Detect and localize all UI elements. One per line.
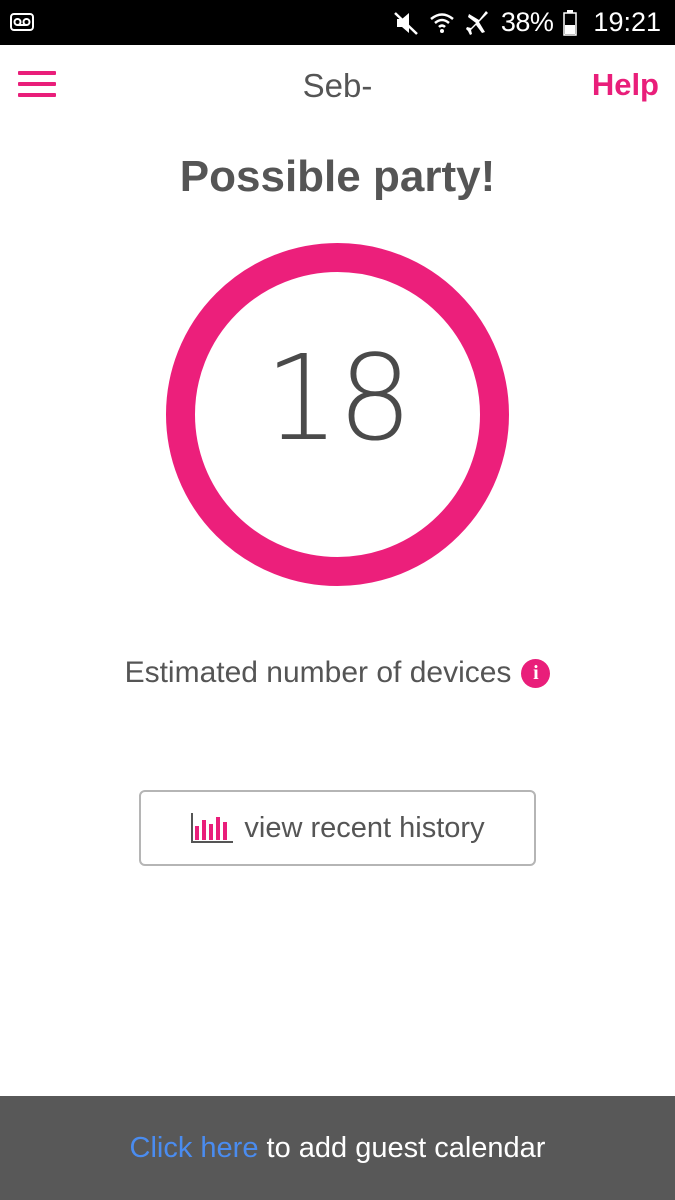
estimate-label: Estimated number of devices xyxy=(124,656,512,689)
app-title: Seb- xyxy=(302,67,373,104)
estimate-row: Estimated number of devices i xyxy=(0,656,675,690)
status-headline: Possible party! xyxy=(179,152,496,201)
view-recent-history-button[interactable]: view recent history xyxy=(139,790,536,866)
device-count-gauge: 18 xyxy=(166,243,509,586)
voicemail-icon xyxy=(10,13,34,31)
footer-rest-text: to add guest calendar xyxy=(266,1131,546,1164)
view-recent-history-label: view recent history xyxy=(244,811,485,844)
footer-bar: Click here to add guest calendar xyxy=(0,1096,675,1200)
add-guest-calendar-link[interactable]: Click here xyxy=(130,1132,259,1164)
app-bar: Seb- Help xyxy=(0,45,675,127)
wifi-icon xyxy=(430,12,454,33)
status-bar: 38% 19:21 xyxy=(0,0,675,45)
battery-percent: 38% xyxy=(500,7,554,37)
bar-chart-icon xyxy=(191,813,234,843)
device-count-value: 18 xyxy=(264,329,412,467)
help-link[interactable]: Help xyxy=(592,67,659,103)
info-icon[interactable]: i xyxy=(521,658,551,688)
mute-icon xyxy=(394,11,418,35)
airplane-icon xyxy=(465,10,488,35)
battery-icon xyxy=(563,9,578,36)
footer-text: Click here to add guest calendar xyxy=(130,1132,546,1165)
clock: 19:21 xyxy=(593,7,661,37)
